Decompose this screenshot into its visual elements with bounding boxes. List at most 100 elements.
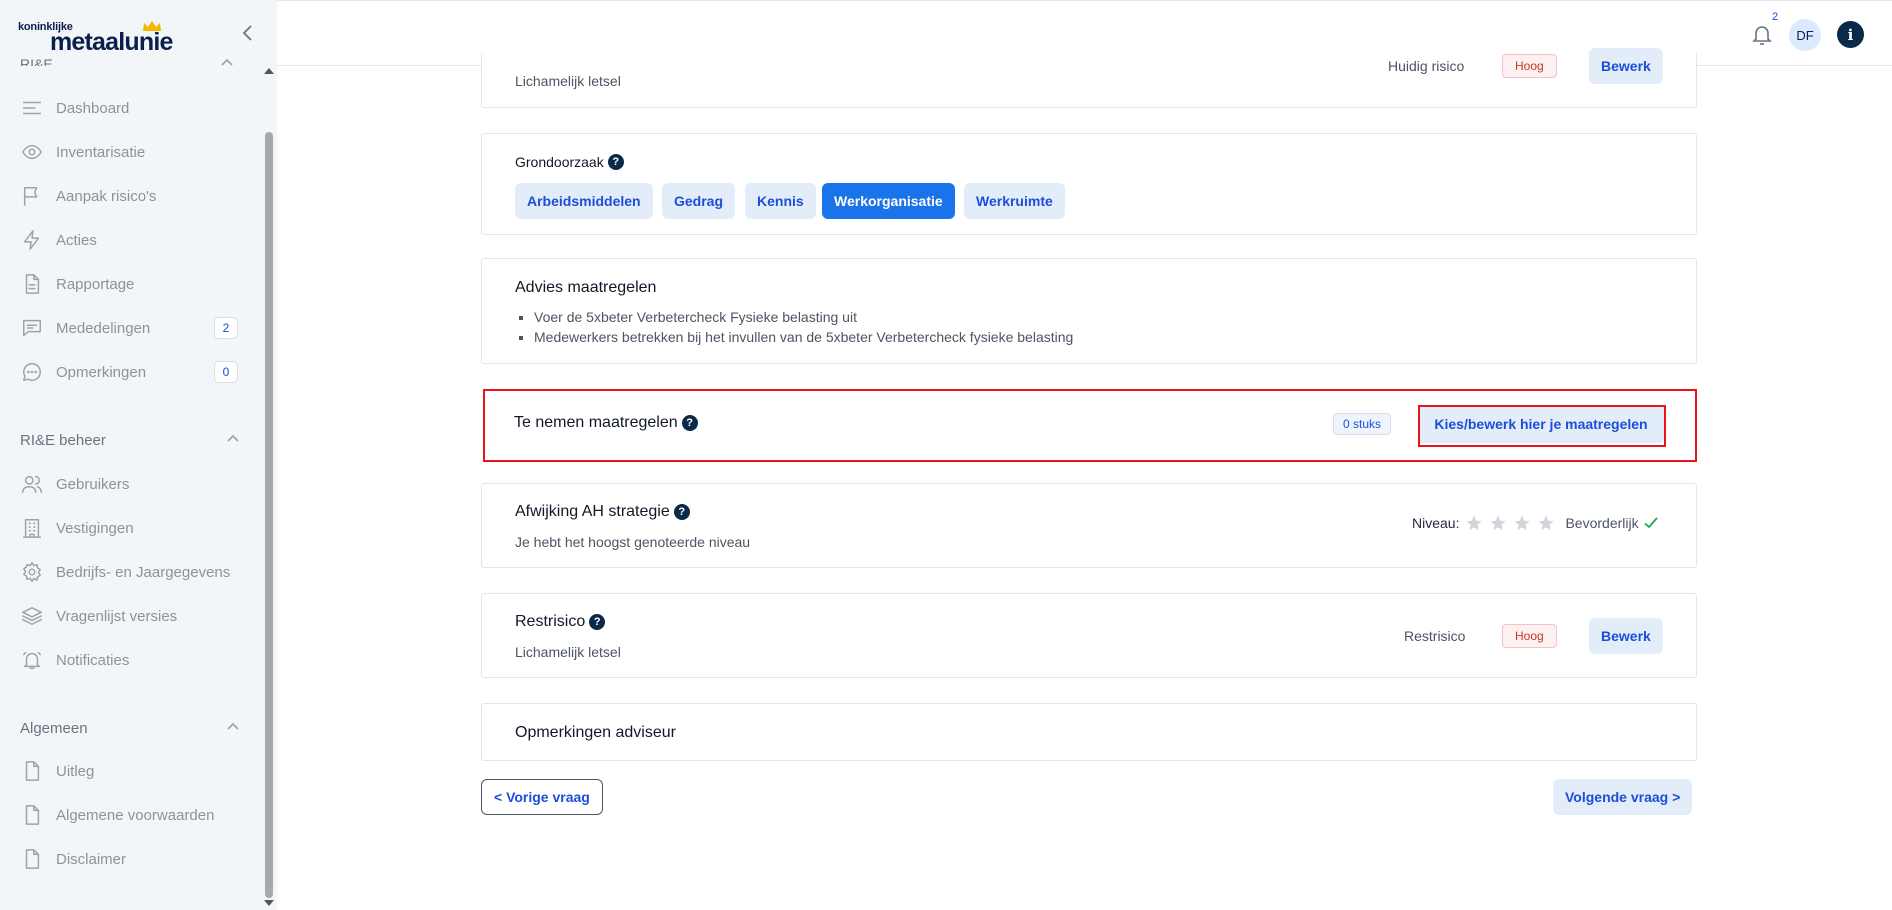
afwijking-subtitle: Je hebt het hoogst genoteerde niveau	[515, 534, 751, 550]
sidebar-item-disclaimer[interactable]: Disclaimer	[20, 845, 240, 873]
sidebar-item-gebruikers[interactable]: Gebruikers	[20, 470, 240, 498]
document-icon	[20, 272, 44, 296]
sidebar-item-acties[interactable]: Acties	[20, 226, 240, 254]
sidebar-item-aanpak-risicos[interactable]: Aanpak risico's	[20, 182, 240, 210]
count-badge: 0	[214, 361, 238, 383]
sidebar-item-uitleg[interactable]: Uitleg	[20, 757, 240, 785]
grondoorzaak-title-text: Grondoorzaak	[515, 154, 604, 170]
scroll-up-arrow-icon[interactable]	[264, 68, 274, 74]
previous-question-button[interactable]: < Vorige vraag	[481, 779, 603, 815]
notification-count: 2	[1772, 11, 1779, 23]
sidebar-item-inventarisatie[interactable]: Inventarisatie	[20, 138, 240, 166]
sidebar-item-notificaties[interactable]: Notificaties	[20, 646, 240, 674]
edit-restrisico-button[interactable]: Bewerk	[1589, 618, 1663, 654]
help-icon[interactable]: ?	[607, 154, 624, 170]
chip-arbeidsmiddelen[interactable]: Arbeidsmiddelen	[515, 183, 653, 219]
section-header-rie[interactable]: RI&E	[20, 56, 53, 66]
help-icon[interactable]: ?	[589, 614, 606, 630]
sidebar-item-mededelingen[interactable]: Mededelingen 2	[20, 314, 240, 342]
group-label: Algemeen	[20, 719, 88, 737]
group-header-rie-beheer[interactable]: RI&E beheer	[20, 428, 240, 452]
opmerkingen-title[interactable]: Opmerkingen adviseur	[515, 724, 676, 742]
star-icon[interactable]	[1513, 514, 1531, 532]
info-button[interactable]: i	[1837, 21, 1864, 48]
sidebar-item-label: Vestigingen	[56, 519, 134, 537]
gear-icon	[20, 560, 44, 584]
file-icon	[20, 803, 44, 827]
sidebar-item-vragenlijst-versies[interactable]: Vragenlijst versies	[20, 602, 240, 630]
sidebar-item-label: Acties	[56, 231, 97, 249]
star-icon[interactable]	[1537, 514, 1555, 532]
chevron-up-icon	[227, 722, 239, 730]
sidebar-scrollbar[interactable]	[262, 64, 276, 910]
collapse-sidebar-button[interactable]	[238, 22, 258, 44]
advice-list: Voer de 5xbeter Verbetercheck Fysieke be…	[534, 309, 1073, 349]
sidebar-item-label: Uitleg	[56, 762, 95, 780]
group-header-algemeen[interactable]: Algemeen	[20, 716, 240, 740]
layers-icon	[20, 604, 44, 628]
risk-subtitle: Lichamelijk letsel	[515, 73, 621, 89]
star-icon[interactable]	[1465, 514, 1483, 532]
chevron-up-icon	[227, 434, 239, 442]
metaalunie-logo[interactable]: koninklijke metaalunie	[18, 18, 188, 56]
logo-big-text: metaalunie	[50, 28, 173, 56]
sidebar-item-dashboard[interactable]: Dashboard	[20, 94, 240, 122]
menu-lines-icon	[20, 96, 44, 120]
sidebar-item-algemene-voorwaarden[interactable]: Algemene voorwaarden	[20, 801, 240, 829]
chip-werkorganisatie[interactable]: Werkorganisatie	[822, 183, 955, 219]
current-risk-label: Huidig risico	[1388, 58, 1465, 74]
chip-kennis[interactable]: Kennis	[745, 183, 816, 219]
file-icon	[20, 847, 44, 871]
chip-gedrag[interactable]: Gedrag	[662, 183, 736, 219]
restrisico-card: Restrisico ? Lichamelijk letsel Restrisi…	[481, 593, 1697, 678]
checkmark-icon	[1644, 517, 1658, 529]
afwijking-title: Afwijking AH strategie ?	[515, 503, 690, 521]
restrisico-title-text: Restrisico	[515, 613, 586, 630]
sidebar-item-label: Notificaties	[56, 651, 130, 669]
scroll-down-arrow-icon[interactable]	[264, 900, 274, 906]
flag-icon	[20, 184, 44, 208]
sidebar-item-label: Gebruikers	[56, 475, 130, 493]
comment-dots-icon	[20, 360, 44, 384]
sidebar-item-rapportage[interactable]: Rapportage	[20, 270, 240, 298]
notifications-bell-icon[interactable]	[1749, 21, 1775, 47]
sidebar-item-vestigingen[interactable]: Vestigingen	[20, 514, 240, 542]
crown-icon	[143, 21, 161, 31]
sidebar-item-bedrijfs-jaargegevens[interactable]: Bedrijfs- en Jaargegevens	[20, 558, 240, 586]
lightning-icon	[20, 228, 44, 252]
chat-icon	[20, 316, 44, 340]
sidebar-item-label: Algemene voorwaarden	[56, 806, 215, 824]
niveau-rating: Niveau: Bevorderlijk	[1412, 514, 1659, 532]
chevron-up-icon	[220, 56, 234, 66]
sidebar-item-label: Bedrijfs- en Jaargegevens	[56, 563, 231, 581]
afwijking-title-text: Afwijking AH strategie	[515, 503, 670, 520]
list-item: Medewerkers betrekken bij het invullen v…	[534, 329, 1073, 345]
opmerkingen-adviseur-card: Opmerkingen adviseur	[481, 703, 1697, 761]
list-item: Voer de 5xbeter Verbetercheck Fysieke be…	[534, 309, 1073, 325]
current-risk-card: Huidig risico Hoog Bewerk Lichamelijk le…	[481, 48, 1697, 108]
sidebar-item-label: Disclaimer	[56, 850, 127, 868]
restrisico-label: Restrisico	[1404, 628, 1466, 644]
eye-icon	[20, 140, 44, 164]
count-badge: 2	[214, 317, 238, 339]
scroll-thumb[interactable]	[265, 132, 273, 898]
edit-current-risk-button[interactable]: Bewerk	[1589, 48, 1663, 84]
sidebar: koninklijke metaalunie RI&E Dashboard In…	[0, 0, 277, 910]
help-icon[interactable]: ?	[673, 504, 690, 520]
group-label: RI&E beheer	[20, 431, 106, 449]
next-question-button[interactable]: Volgende vraag >	[1553, 779, 1693, 815]
niveau-value: Bevorderlijk	[1565, 515, 1639, 531]
sidebar-item-label: Mededelingen	[56, 319, 151, 337]
bell-icon	[20, 648, 44, 672]
grondoorzaak-title: Grondoorzaak ?	[515, 154, 624, 170]
avatar[interactable]: DF	[1789, 19, 1821, 51]
sidebar-item-opmerkingen[interactable]: Opmerkingen 0	[20, 358, 240, 386]
sidebar-item-label: Opmerkingen	[56, 363, 147, 381]
advies-maatregelen-card: Advies maatregelen Voer de 5xbeter Verbe…	[481, 258, 1697, 364]
risk-level-badge: Hoog	[1502, 624, 1557, 648]
star-icon[interactable]	[1489, 514, 1507, 532]
sidebar-item-label: Aanpak risico's	[56, 187, 157, 205]
sidebar-item-label: Inventarisatie	[56, 143, 146, 161]
chip-werkruimte[interactable]: Werkruimte	[964, 183, 1065, 219]
grondoorzaak-card: Grondoorzaak ? Arbeidsmiddelen Gedrag Ke…	[481, 133, 1697, 235]
